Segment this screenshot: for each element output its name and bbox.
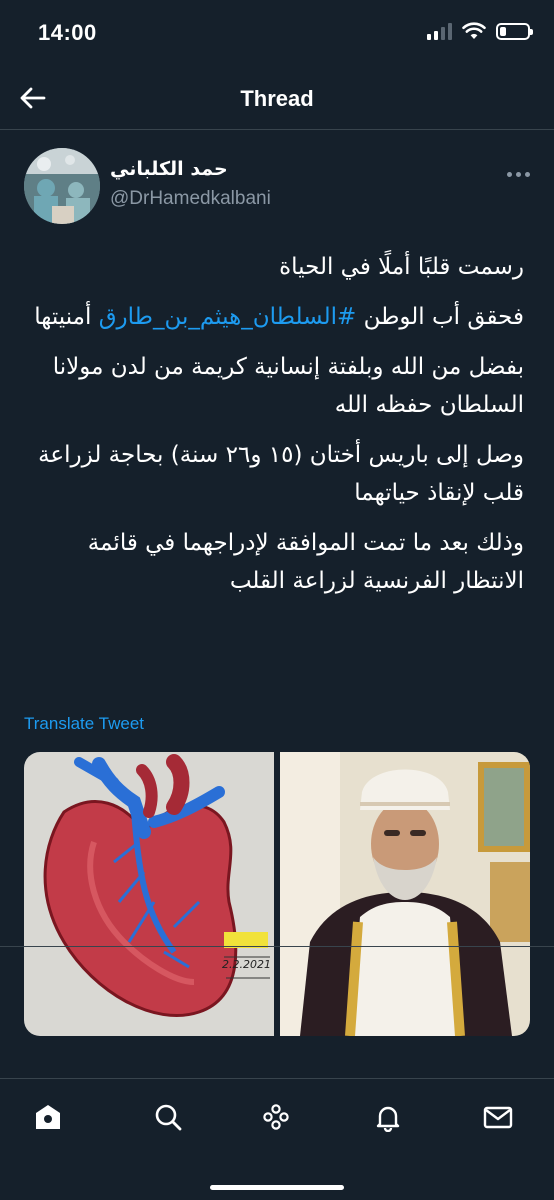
nav-bar: Thread	[0, 66, 554, 130]
cellular-signal-icon	[427, 22, 452, 40]
author-handle[interactable]: @DrHamedkalbani	[110, 188, 271, 210]
heart-drawing-image[interactable]: 2.2.2021	[24, 752, 274, 1036]
notifications-icon	[376, 1106, 400, 1132]
tweet-paragraph: وذلك بعد ما تمت الموافقة لإدراجهما في قا…	[87, 530, 524, 594]
tab-spaces[interactable]	[256, 1097, 296, 1137]
search-icon	[155, 1104, 182, 1131]
page-title: Thread	[240, 86, 314, 111]
home-icon	[36, 1105, 60, 1129]
tab-messages[interactable]	[478, 1097, 518, 1137]
hashtag-link[interactable]: #السلطان_هيثم_بن_طارق	[99, 304, 357, 330]
tweet-paragraph: فحقق أب الوطن #السلطان_هيثم_بن_طارق أمني…	[14, 298, 524, 336]
tab-bar	[0, 1078, 554, 1200]
author-row: حمد الكلباني @DrHamedkalbani	[24, 148, 530, 228]
divider	[0, 946, 554, 947]
tweet-text-segment: فحقق أب الوطن	[356, 304, 524, 330]
portrait-image[interactable]	[280, 752, 530, 1036]
spaces-icon	[263, 1104, 289, 1130]
status-time: 14:00	[38, 20, 97, 45]
tab-home[interactable]	[28, 1097, 68, 1137]
home-indicator	[210, 1185, 344, 1190]
tweet-text: رسمت قلبًا أملًا في الحياة فحقق أب الوطن…	[14, 248, 524, 612]
status-icons	[427, 22, 533, 40]
media-grid: 2.2.2021	[24, 752, 530, 1036]
tab-search[interactable]	[148, 1097, 188, 1137]
translate-tweet-link[interactable]: Translate Tweet	[24, 714, 144, 734]
tweet-paragraph: بفضل من الله وبلفتة إنسانية كريمة من لدن…	[52, 354, 524, 418]
heart-drawing-date: 2.2.2021	[222, 958, 271, 971]
tweet-paragraph: رسمت قلبًا أملًا في الحياة	[279, 254, 524, 280]
tweet-paragraph: وصل إلى باريس أختان (١٥ و٢٦ سنة) بحاجة ل…	[38, 442, 524, 506]
tab-notifications[interactable]	[368, 1097, 408, 1137]
status-bar: 14:00	[0, 0, 554, 66]
battery-icon	[496, 22, 533, 40]
author-name[interactable]: حمد الكلباني	[110, 158, 228, 180]
more-options-icon[interactable]	[507, 172, 530, 177]
tweet-text-segment: أمنيتها	[34, 304, 99, 330]
avatar[interactable]	[24, 148, 100, 224]
wifi-icon	[462, 22, 486, 39]
messages-icon	[483, 1106, 513, 1129]
